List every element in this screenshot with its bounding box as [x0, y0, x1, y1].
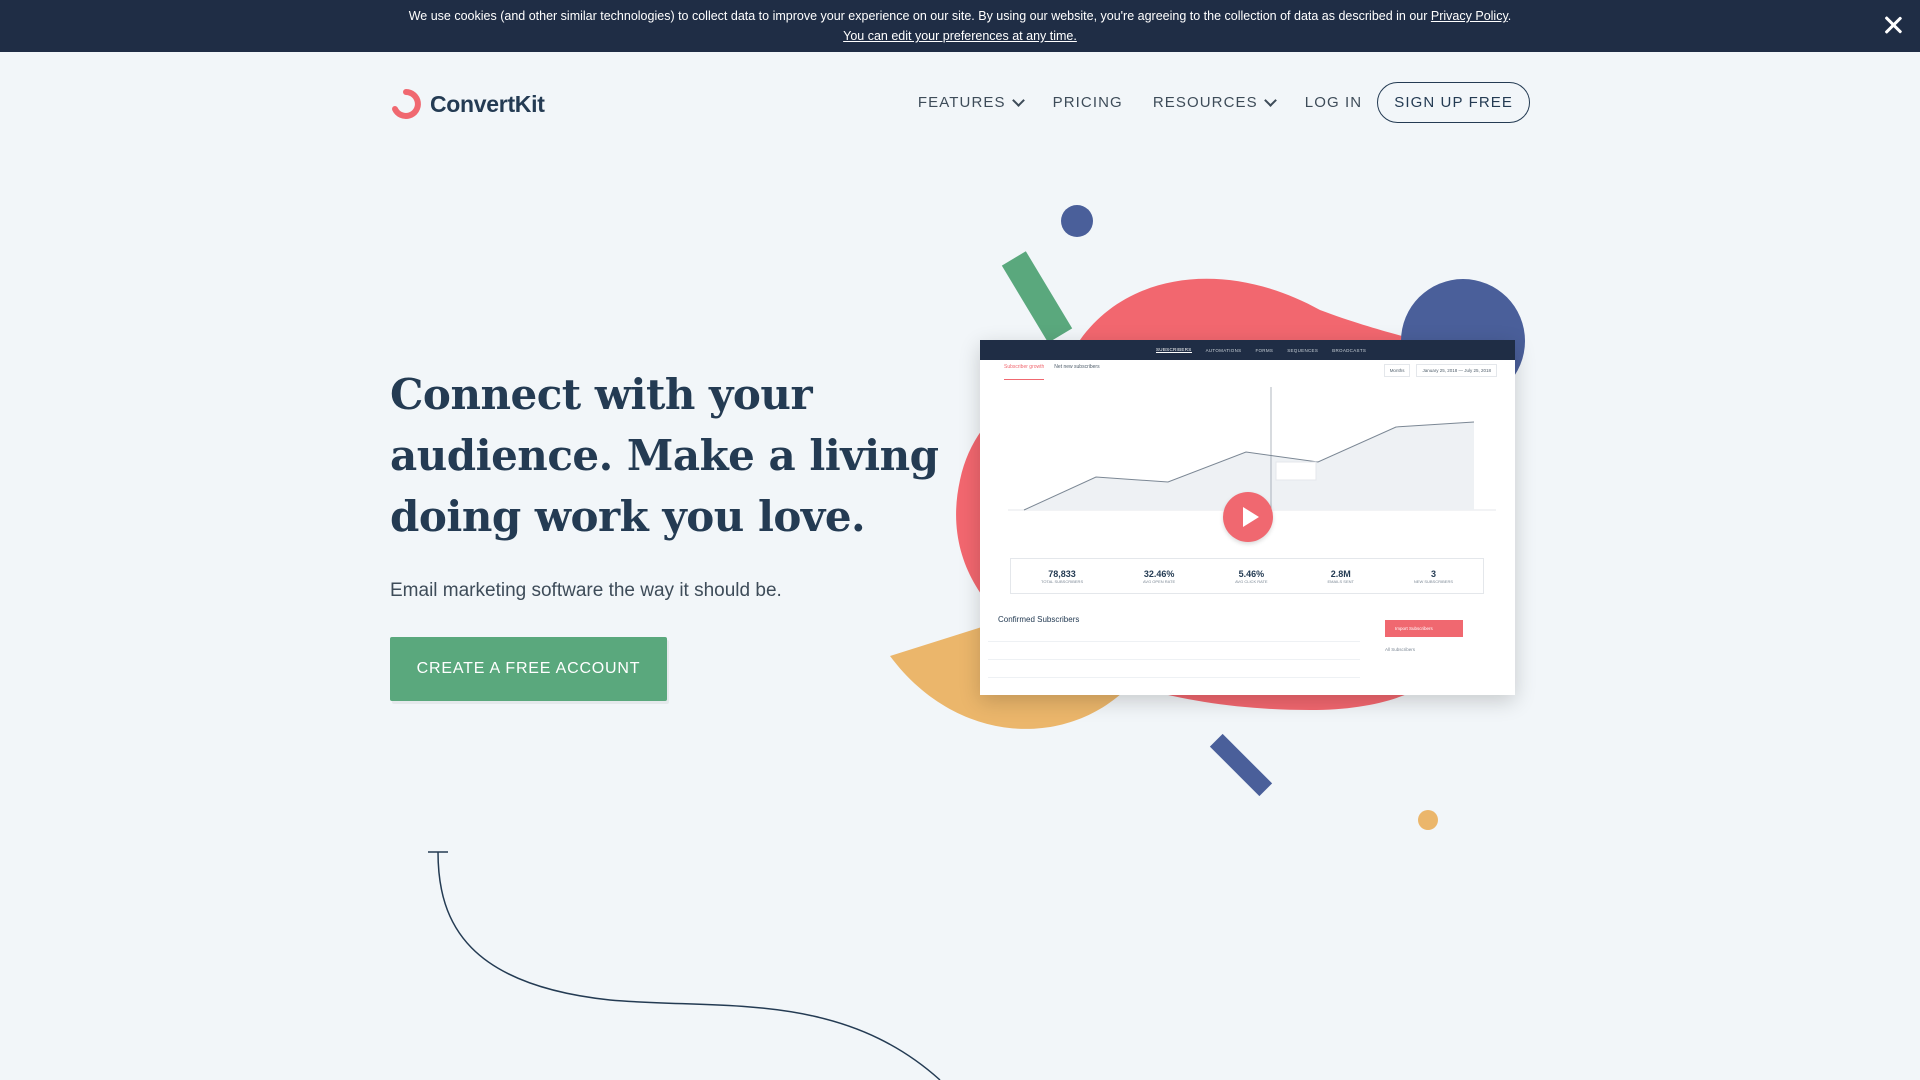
table-row: [988, 624, 1360, 642]
stats-row: 78,833 TOTAL SUBSCRIBERS 32.46% AVG OPEN R…: [1010, 558, 1484, 594]
stat-value: 2.8M: [1330, 568, 1351, 579]
stat-label: AVG OPEN RATE: [1143, 578, 1176, 584]
nav-pricing[interactable]: PRICING: [1053, 94, 1123, 111]
table-row: [988, 642, 1360, 660]
convertkit-logo-icon: [392, 89, 421, 119]
stat-item: 5.46% AVG CLICK RATE: [1235, 569, 1268, 584]
stat-label: NEW SUBSCRIBERS: [1413, 578, 1454, 584]
stat-value: 78,833: [1048, 568, 1076, 579]
table-row: [988, 660, 1360, 678]
period-select: Months: [1383, 364, 1411, 377]
stat-item: 3 NEW SUBSCRIBERS: [1414, 569, 1453, 584]
brand-logo[interactable]: ConvertKit: [390, 88, 545, 120]
dashboard-controls: Months January 25, 2018 — July 25, 2018: [1383, 364, 1497, 377]
decor-curve-line: [428, 851, 941, 1080]
privacy-policy-link[interactable]: Privacy Policy: [1431, 9, 1508, 23]
tab-net-new: Net new subscribers: [1054, 364, 1100, 370]
nav-login[interactable]: LOG IN: [1305, 94, 1362, 111]
stat-label: TOTAL SUBSCRIBERS: [1040, 578, 1084, 584]
cookie-banner: We use cookies (and other similar techno…: [0, 0, 1920, 52]
topnav-automations: AUTOMATIONS: [1205, 347, 1242, 353]
topnav-sequences: SEQUENCES: [1287, 347, 1319, 353]
edit-preferences-link[interactable]: You can edit your preferences at any tim…: [843, 29, 1077, 43]
play-video-button[interactable]: [1223, 492, 1273, 542]
stat-item: 32.46% AVG OPEN RATE: [1143, 569, 1175, 584]
hero-subheadline: Email marketing software the way it shou…: [390, 580, 782, 601]
cookie-period: .: [1507, 9, 1512, 23]
subscriber-list: Confirmed Subscribers: [988, 605, 1360, 695]
stat-label: AVG CLICK RATE: [1235, 578, 1268, 584]
stat-item: 2.8M EMAILS SENT: [1328, 569, 1354, 584]
hero-headline: Connect with your audience. Make a livin…: [390, 370, 939, 541]
decor-bar-navy: [1209, 733, 1273, 797]
subscriber-sidebar: Import Subscribers All Subscribers: [1385, 610, 1505, 652]
chevron-down-icon: [1011, 93, 1025, 107]
topnav-broadcasts: BROADCASTS: [1332, 347, 1367, 353]
chevron-down-icon: [1263, 93, 1277, 107]
decor-dot-yellow: [1418, 810, 1438, 830]
list-title: Confirmed Subscribers: [998, 615, 1080, 624]
topnav-subscribers: SUBSCRIBERS: [1156, 347, 1192, 353]
main-nav: FEATURES PRICING RESOURCES LOG IN SIGN U…: [918, 82, 1530, 123]
stat-value: 3: [1430, 568, 1436, 579]
signup-button[interactable]: SIGN UP FREE: [1377, 82, 1530, 123]
dashboard-topnav: SUBSCRIBERS AUTOMATIONS FORMS SEQUENCES …: [980, 340, 1515, 360]
brand-name: ConvertKit: [430, 90, 545, 117]
close-icon[interactable]: [1880, 12, 1906, 38]
nav-resources-label: RESOURCES: [1152, 94, 1258, 111]
all-subscribers-label: All Subscribers: [1385, 647, 1416, 652]
cookie-text-line: We use cookies (and other similar techno…: [0, 6, 1920, 26]
topnav-forms: FORMS: [1255, 347, 1274, 353]
nav-features[interactable]: FEATURES: [917, 93, 1025, 111]
tab-subscriber-growth: Subscriber growth: [1004, 364, 1045, 380]
cookie-text: We use cookies (and other similar techno…: [408, 9, 1428, 23]
stat-label: EMAILS SENT: [1327, 578, 1354, 584]
decor-dot-navy-small: [1061, 205, 1093, 237]
nav-resources[interactable]: RESOURCES: [1152, 93, 1277, 111]
create-account-button[interactable]: CREATE A FREE ACCOUNT: [390, 637, 667, 701]
nav-login-label: LOG IN: [1304, 94, 1363, 111]
decor-bar-green: [1001, 251, 1073, 343]
stat-value: 32.46%: [1143, 568, 1175, 579]
nav-pricing-label: PRICING: [1052, 94, 1123, 111]
signup-label: SIGN UP FREE: [1394, 94, 1513, 111]
stat-value: 5.46%: [1238, 568, 1265, 579]
stat-item: 78,833 TOTAL SUBSCRIBERS: [1041, 569, 1083, 584]
nav-features-label: FEATURES: [917, 94, 1006, 111]
date-range: January 25, 2018 — July 25, 2018: [1416, 364, 1497, 377]
import-subscribers-button: Import Subscribers: [1385, 620, 1463, 637]
